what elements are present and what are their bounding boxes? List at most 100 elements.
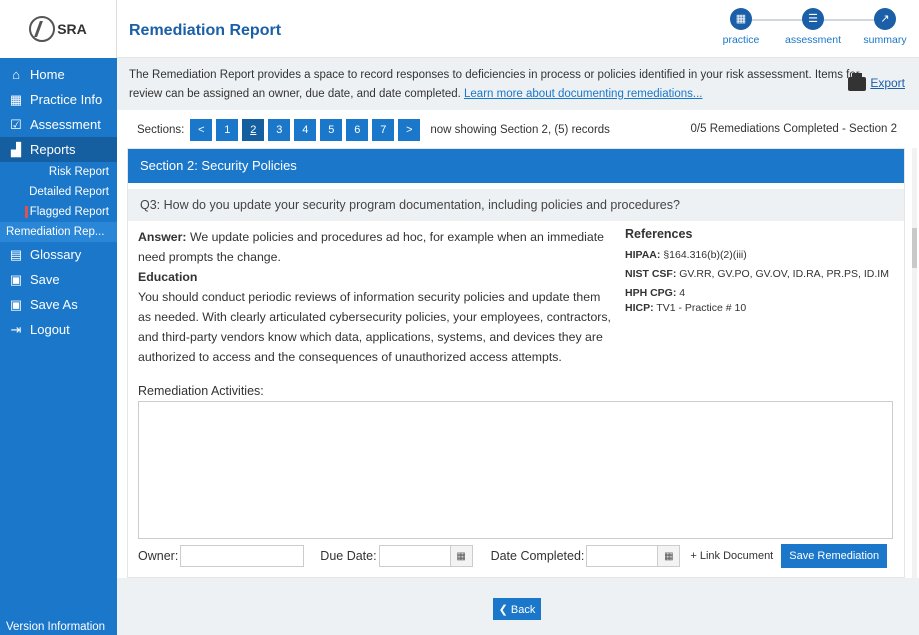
sra-logo[interactable]: SRA (29, 16, 87, 42)
due-date-label: Due Date: (320, 549, 377, 563)
remediation-activities-textarea[interactable] (138, 401, 893, 539)
save-icon: ▣ (9, 271, 23, 287)
sidebar-item-label: Save (30, 272, 60, 287)
header: Remediation Report ▦ practice ☰ assessme… (117, 0, 919, 58)
sidebar-subitem-detailed-report[interactable]: Detailed Report (0, 182, 117, 202)
step-label: assessment (784, 34, 842, 46)
version-information-link[interactable]: Version Information (6, 621, 105, 633)
learn-more-link[interactable]: Learn more about documenting remediation… (464, 88, 702, 100)
reference-label: HPH CPG: (625, 287, 677, 299)
step-label: summary (863, 34, 907, 46)
section-next-button[interactable]: > (398, 119, 421, 141)
answer-text: We update policies and procedures ad hoc… (138, 230, 604, 264)
sidebar-item-reports[interactable]: ▟ Reports (0, 137, 117, 162)
sections-bar: Sections: < 1 2 3 4 5 6 7 > now showing … (117, 116, 919, 144)
reference-value: GV.RR, GV.PO, GV.OV, ID.RA, PR.PS, ID.IM (679, 268, 889, 280)
link-document-button[interactable]: + Link Document (690, 550, 773, 562)
answer-education: Answer: We update policies and procedure… (138, 227, 613, 367)
calendar-icon[interactable]: ▦ (450, 545, 473, 567)
sidebar-item-label: Logout (30, 322, 70, 337)
date-completed-label: Date Completed: (490, 549, 585, 563)
section-button-1[interactable]: 1 (216, 119, 239, 141)
reference-value: TV1 - Practice # 10 (656, 302, 747, 314)
summary-step-icon: ↗ (874, 8, 896, 30)
scrollbar[interactable] (912, 148, 917, 578)
book-icon: ▤ (9, 246, 23, 262)
reference-nist: NIST CSF: GV.RR, GV.PO, GV.OV, ID.RA, PR… (625, 267, 894, 282)
education-label: Education (138, 270, 198, 284)
section-prev-button[interactable]: < (190, 119, 213, 141)
reference-hicp: HICP: TV1 - Practice # 10 (625, 301, 894, 316)
sidebar-item-logout[interactable]: ⇥ Logout (0, 317, 117, 342)
section-button-5[interactable]: 5 (320, 119, 343, 141)
sidebar-item-save-as[interactable]: ▣ Save As (0, 292, 117, 317)
logo-area: SRA (0, 0, 117, 58)
printer-icon (848, 72, 867, 91)
sidebar-item-label: Reports (30, 142, 76, 157)
sidebar-item-home[interactable]: ⌂ Home (0, 62, 117, 87)
footer: ❮ Back (117, 578, 919, 635)
answer-block: Answer: We update policies and procedure… (138, 227, 613, 267)
sidebar-subitem-label: Flagged Report (29, 206, 109, 218)
intro-text-line2: review can be assigned an owner, due dat… (129, 85, 907, 104)
hhs-eagle-icon (29, 16, 56, 42)
back-button[interactable]: ❮ Back (493, 598, 541, 620)
reference-label: HICP: (625, 302, 654, 314)
date-completed-input[interactable] (586, 545, 659, 567)
sidebar-subitem-remediation-report[interactable]: Remediation Rep... (0, 222, 117, 242)
sidebar-item-glossary[interactable]: ▤ Glossary (0, 242, 117, 267)
remediation-panel: Section 2: Security Policies Q3: How do … (127, 148, 905, 578)
logout-icon: ⇥ (10, 321, 22, 337)
references: References HIPAA: §164.316(b)(2)(iii) NI… (613, 227, 894, 367)
export-label: Export (870, 76, 905, 90)
sidebar-item-label: Glossary (30, 247, 82, 262)
due-date-input[interactable] (378, 545, 451, 567)
education-text: You should conduct periodic reviews of i… (138, 290, 611, 364)
section-button-7[interactable]: 7 (372, 119, 395, 141)
step-practice[interactable]: ▦ practice (711, 8, 771, 46)
section-button-3[interactable]: 3 (268, 119, 291, 141)
answer-label: Answer: (138, 230, 187, 244)
reference-label: NIST CSF: (625, 268, 677, 280)
assessment-step-icon: ☰ (802, 8, 824, 30)
step-label: practice (722, 34, 760, 46)
section-button-2[interactable]: 2 (242, 119, 265, 141)
calendar-icon[interactable]: ▦ (658, 545, 681, 567)
save-as-icon: ▣ (9, 296, 23, 312)
section-button-4[interactable]: 4 (294, 119, 317, 141)
sidebar-item-label: Home (30, 67, 65, 82)
section-button-6[interactable]: 6 (346, 119, 369, 141)
save-remediation-button[interactable]: Save Remediation (781, 544, 888, 568)
chart-icon: ▟ (11, 141, 21, 157)
question-text: Q3: How do you update your security prog… (128, 189, 904, 221)
section-header: Section 2: Security Policies (128, 149, 904, 183)
checklist-icon: ☑ (10, 116, 22, 132)
reference-label: HIPAA: (625, 249, 661, 261)
completed-status: 0/5 Remediations Completed - Section 2 (690, 123, 897, 135)
owner-label: Owner: (138, 549, 179, 563)
sidebar: SRA ⌂ Home ▦ Practice Info ☑ Assessment … (0, 0, 117, 635)
step-assessment[interactable]: ☰ assessment (783, 8, 843, 46)
reference-hipaa: HIPAA: §164.316(b)(2)(iii) (625, 248, 894, 263)
sidebar-subitem-risk-report[interactable]: Risk Report (0, 162, 117, 182)
practice-step-icon: ▦ (730, 8, 752, 30)
scrollbar-thumb[interactable] (912, 228, 917, 268)
progress-steps: ▦ practice ☰ assessment ↗ summary (711, 8, 911, 52)
home-icon: ⌂ (12, 67, 20, 82)
export-button[interactable]: Export (848, 72, 905, 93)
references-title: References (625, 227, 693, 241)
sidebar-subitem-flagged-report[interactable]: Flagged Report (0, 202, 117, 222)
logo-text: SRA (57, 21, 87, 37)
sidebar-item-practice-info[interactable]: ▦ Practice Info (0, 87, 117, 112)
sidebar-item-label: Practice Info (30, 92, 103, 107)
building-icon: ▦ (9, 91, 23, 107)
reference-value: 4 (679, 287, 686, 299)
owner-input[interactable] (180, 545, 305, 567)
intro-text-line1: The Remediation Report provides a space … (129, 69, 860, 81)
step-summary[interactable]: ↗ summary (855, 8, 915, 46)
reference-hph: HPH CPG: 4 (625, 286, 894, 301)
sidebar-item-save[interactable]: ▣ Save (0, 267, 117, 292)
sections-label: Sections: (137, 124, 185, 136)
sidebar-item-assessment[interactable]: ☑ Assessment (0, 112, 117, 137)
reference-value: §164.316(b)(2)(iii) (663, 249, 747, 261)
